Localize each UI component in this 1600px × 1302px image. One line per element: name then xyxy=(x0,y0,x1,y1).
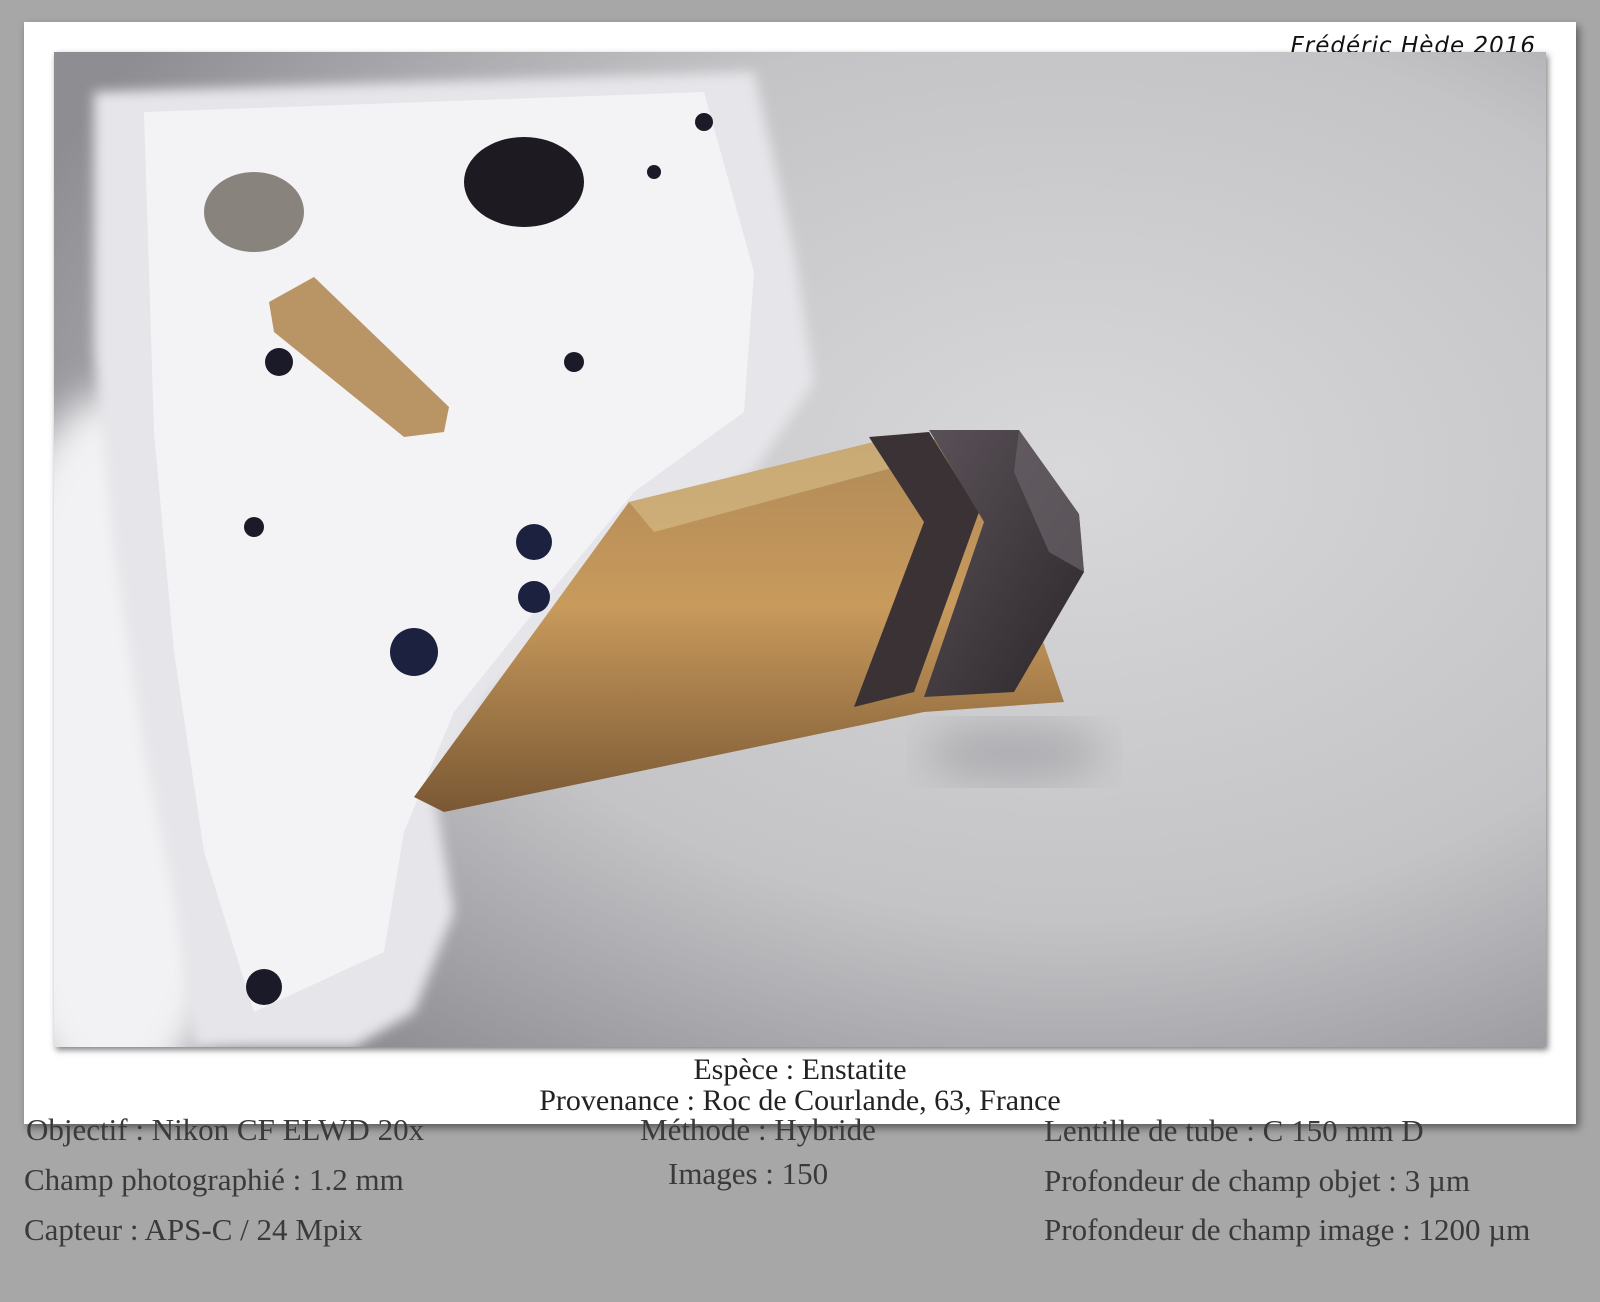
method-info: Méthode : Hybride xyxy=(640,1112,876,1147)
mineral-photograph xyxy=(54,52,1546,1047)
field-info: Champ photographié : 1.2 mm xyxy=(24,1162,404,1197)
object-depth-of-field-info: Profondeur de champ objet : 3 µm xyxy=(1044,1163,1470,1198)
sensor-info: Capteur : APS-C / 24 Mpix xyxy=(24,1212,363,1247)
photo-card: Frédéric Hède 2016 Espèce: Enstatite Pr… xyxy=(24,22,1576,1124)
image-depth-of-field-info: Profondeur de champ image : 1200 µm xyxy=(1044,1212,1531,1247)
crystal-image xyxy=(54,52,1546,1047)
objective-info: Objectif : Nikon CF ELWD 20x xyxy=(26,1112,425,1147)
tube-lens-info: Lentille de tube : C 150 mm D xyxy=(1044,1113,1424,1148)
species-caption: Espèce : Enstatite xyxy=(693,1053,907,1086)
images-count-info: Images : 150 xyxy=(668,1156,829,1191)
